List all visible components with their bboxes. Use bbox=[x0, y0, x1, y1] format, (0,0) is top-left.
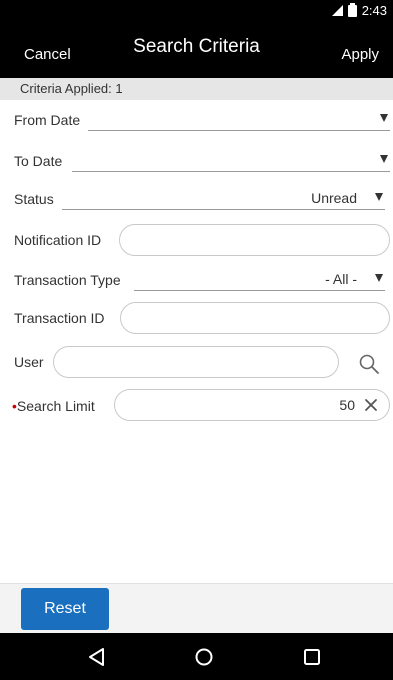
from-date-row: From Date bbox=[0, 103, 393, 139]
search-icon[interactable] bbox=[357, 352, 381, 376]
close-icon[interactable] bbox=[363, 397, 379, 413]
triangle-down-icon bbox=[380, 155, 388, 163]
status-row: Status Unread bbox=[0, 182, 393, 218]
transaction-type-value: - All - bbox=[325, 271, 357, 287]
transaction-type-row: Transaction Type - All - bbox=[0, 263, 393, 299]
to-date-dropdown[interactable] bbox=[72, 144, 390, 172]
triangle-down-icon bbox=[380, 114, 388, 122]
notification-id-label: Notification ID bbox=[14, 232, 102, 248]
home-icon[interactable] bbox=[192, 645, 216, 669]
to-date-label: To Date bbox=[14, 153, 63, 169]
from-date-label: From Date bbox=[14, 112, 81, 128]
to-date-row: To Date bbox=[0, 144, 393, 180]
transaction-id-row: Transaction ID bbox=[0, 300, 393, 336]
transaction-id-label: Transaction ID bbox=[14, 310, 105, 326]
battery-icon bbox=[347, 2, 357, 17]
apply-button[interactable]: Apply bbox=[341, 46, 379, 63]
signal-icon bbox=[331, 5, 343, 16]
triangle-down-icon bbox=[375, 193, 383, 201]
transaction-type-dropdown[interactable]: - All - bbox=[134, 263, 385, 291]
page-title: Search Criteria bbox=[133, 36, 260, 57]
user-input[interactable] bbox=[53, 346, 339, 378]
search-limit-row: •Search Limit 50 bbox=[0, 389, 393, 425]
user-row: User bbox=[0, 346, 393, 382]
user-label: User bbox=[14, 354, 44, 370]
android-nav-bar bbox=[0, 633, 393, 680]
triangle-down-icon bbox=[375, 274, 383, 282]
transaction-type-label: Transaction Type bbox=[14, 272, 121, 288]
status-label: Status bbox=[14, 191, 54, 207]
criteria-applied-text: Criteria Applied: 1 bbox=[20, 81, 123, 96]
transaction-id-input[interactable] bbox=[120, 302, 390, 334]
search-limit-label: Search Limit bbox=[16, 398, 95, 414]
search-limit-label-group: •Search Limit bbox=[12, 398, 95, 414]
status-value: Unread bbox=[311, 190, 357, 206]
recents-icon[interactable] bbox=[300, 645, 324, 669]
reset-button[interactable]: Reset bbox=[21, 588, 109, 630]
status-dropdown[interactable]: Unread bbox=[62, 182, 385, 210]
search-limit-input[interactable]: 50 bbox=[114, 389, 390, 421]
search-limit-value: 50 bbox=[339, 397, 355, 413]
from-date-dropdown[interactable] bbox=[88, 103, 390, 131]
footer-bar: Reset bbox=[0, 583, 393, 633]
status-time: 2:43 bbox=[361, 3, 387, 18]
status-bar: 2:43 bbox=[0, 0, 393, 22]
notification-id-row: Notification ID bbox=[0, 222, 393, 258]
notification-id-input[interactable] bbox=[119, 224, 390, 256]
criteria-applied-banner: Criteria Applied: 1 bbox=[0, 78, 393, 100]
app-header: Cancel Search Criteria Apply bbox=[0, 22, 393, 78]
back-icon[interactable] bbox=[85, 645, 109, 669]
